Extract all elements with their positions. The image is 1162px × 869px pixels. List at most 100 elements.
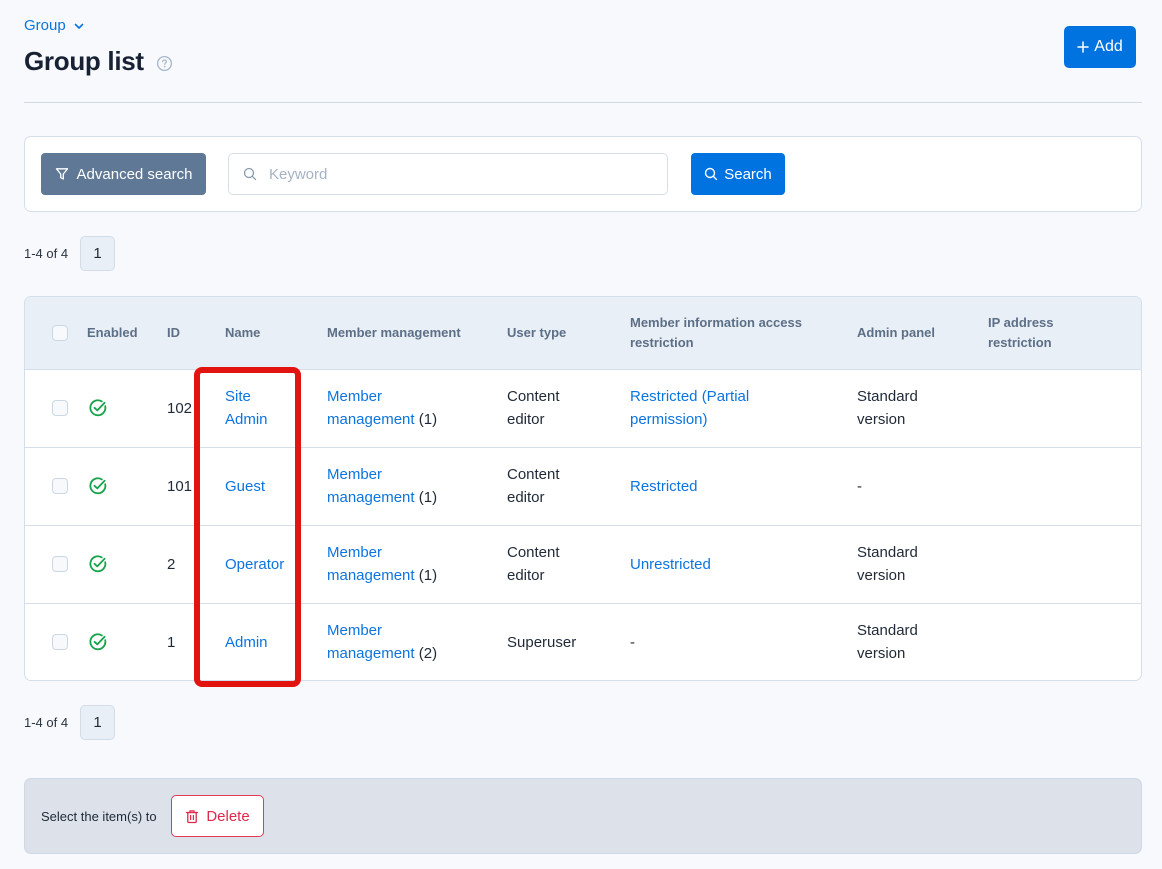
table-header-row: Enabled ID Name Member management User t… [25,297,1141,369]
user-type-value: Content editor [507,544,560,584]
plus-icon [1077,41,1090,53]
id-cell: 1 [167,633,176,651]
search-button-label: Search [724,165,772,183]
column-header-access-restriction: Member information access restriction [630,297,857,369]
enabled-cell [87,447,167,525]
keyword-input[interactable] [269,154,667,194]
search-button[interactable]: Search [691,153,785,195]
member-management-link[interactable]: Member management [327,622,415,662]
member-management-link[interactable]: Member management [327,466,415,506]
title-row: Group list [24,46,173,77]
column-header-member-management: Member management [327,324,461,340]
delete-button-label: Delete [206,807,250,825]
access-restriction-cell: Restricted [630,447,857,525]
access-restriction-value[interactable]: Unrestricted [630,553,780,576]
member-management-cell: Member management (1) [327,447,507,525]
admin-panel-value: - [857,477,862,495]
group-name-link[interactable]: Site Admin [225,385,285,431]
trash-icon [186,809,199,823]
group-name-link[interactable]: Operator [225,553,285,576]
question-circle-icon[interactable] [156,55,173,72]
search-panel: Advanced search Search [24,136,1142,212]
page-button-1[interactable]: 1 [80,705,116,740]
member-count: (1) [418,489,438,506]
enabled-cell [87,369,167,447]
pagination-range: 1-4 of 4 [24,715,69,730]
column-header-user-type: User type [507,324,567,340]
member-management-cell: Member management (1) [327,369,507,447]
check-circle-icon [89,555,107,573]
enabled-cell [87,603,167,680]
chevron-down-icon [74,23,84,29]
user-type-value: Superuser [507,633,577,651]
user-type-cell: Content editor [507,447,630,525]
name-cell: Operator [225,525,327,603]
admin-panel-cell: Standard version [857,603,988,680]
admin-panel-value: Standard version [857,544,918,584]
column-header-id[interactable]: ID [167,297,225,369]
user-type-cell: Content editor [507,369,630,447]
row-select-cell [25,447,87,525]
column-header-access-label: Member information access restriction [630,314,802,350]
access-restriction-cell: Unrestricted [630,525,857,603]
bulk-action-bar: Select the item(s) to Delete [24,778,1142,854]
column-header-enabled[interactable]: Enabled [87,297,167,369]
select-all-header [25,297,87,369]
id-cell: 101 [167,477,193,495]
table-row: 102 Site Admin Member management (1) Conten… [25,369,1141,447]
admin-panel-cell: - [857,447,988,525]
page-title: Group list [24,46,144,76]
row-checkbox[interactable] [52,400,68,416]
select-all-checkbox[interactable] [52,324,68,341]
breadcrumb-group[interactable]: Group [24,17,86,34]
filter-icon [55,168,68,180]
member-management-link[interactable]: Member management [327,544,415,584]
ip-restriction-cell [988,603,1141,680]
id-cell: 102 [167,399,193,417]
check-circle-icon [89,399,107,417]
user-type-value: Content editor [507,466,560,506]
header-divider [24,102,1142,103]
admin-panel-value: Standard version [857,622,918,663]
page-button-1[interactable]: 1 [80,236,116,271]
bulk-action-label: Select the item(s) to [41,809,157,824]
admin-panel-cell: Standard version [857,369,988,447]
keyword-field[interactable] [228,153,668,195]
member-count: (2) [418,645,438,663]
member-management-cell: Member management (2) [327,603,507,680]
access-restriction-value[interactable]: Restricted (Partial permission) [630,385,780,431]
row-checkbox[interactable] [52,634,68,651]
search-icon [243,167,257,181]
user-type-cell: Content editor [507,525,630,603]
name-cell: Admin [225,603,327,680]
row-select-cell [25,603,87,680]
row-checkbox[interactable] [52,556,68,572]
group-name-link[interactable]: Admin [225,631,285,654]
add-button-label: Add [1094,38,1123,55]
group-name-link[interactable]: Guest [225,475,285,498]
row-checkbox[interactable] [52,478,68,494]
table-row: 2 Operator Member management (1) Content ed… [25,525,1141,603]
group-table: Enabled ID Name Member management User t… [24,296,1142,681]
member-management-cell: Member management (1) [327,525,507,603]
column-header-admin-panel: Admin panel [857,324,936,340]
add-button[interactable]: Add [1064,26,1136,68]
ip-restriction-cell [988,525,1141,603]
access-restriction-cell: Restricted (Partial permission) [630,369,857,447]
column-header-name[interactable]: Name [225,297,327,369]
id-cell: 2 [167,555,176,573]
enabled-cell [87,525,167,603]
name-cell: Guest [225,447,327,525]
admin-panel-value: Standard version [857,388,918,428]
advanced-search-label: Advanced search [76,165,193,183]
delete-button[interactable]: Delete [171,795,264,837]
access-restriction-cell: - [630,603,857,680]
pagination-top: 1-4 of 4 1 [24,236,116,271]
row-select-cell [25,525,87,603]
advanced-search-button[interactable]: Advanced search [41,153,206,195]
table-row: 101 Guest Member management (1) Content edi… [25,447,1141,525]
access-restriction-value[interactable]: Restricted [630,475,780,498]
member-count: (1) [418,411,438,428]
search-icon [705,167,718,181]
member-management-link[interactable]: Member management [327,388,415,428]
